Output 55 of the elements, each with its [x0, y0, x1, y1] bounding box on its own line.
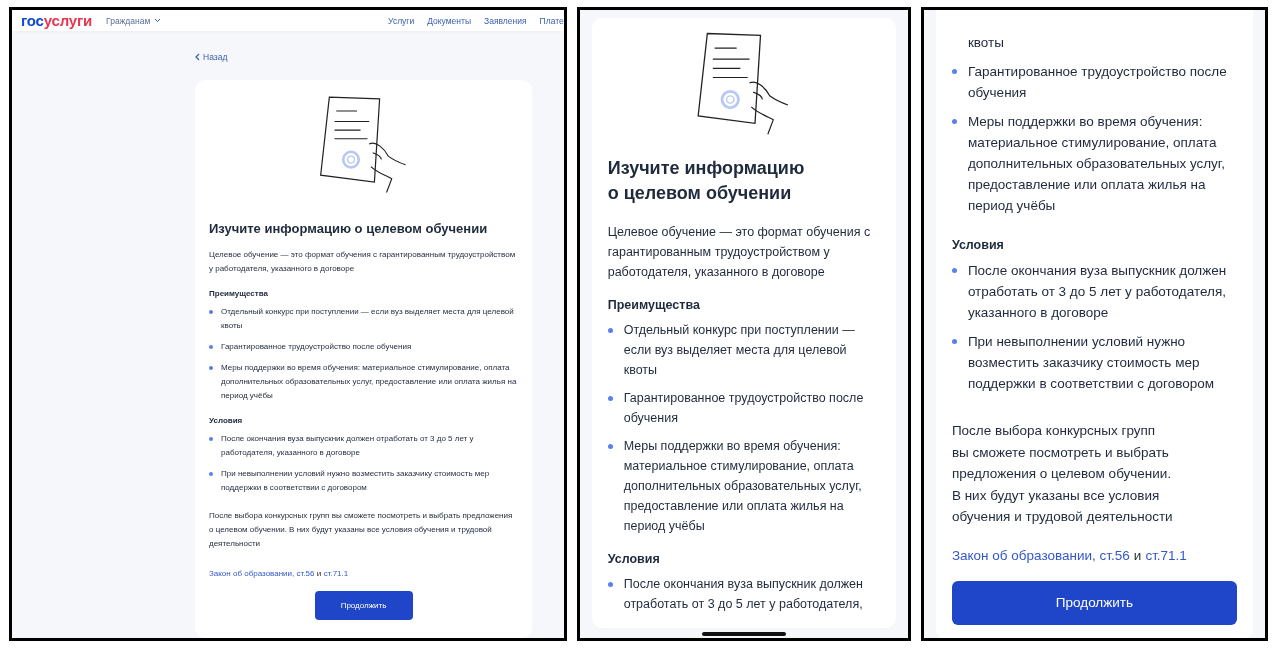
list-item-text: Меры поддержки во время обучения: материальное стимулирование, оплата дополнительных образовательных услуг, предоставление или оплата жилья на период учёбы — [967, 113, 1226, 215]
page-title: Изучите информацию о целевом обучении — [209, 221, 489, 236]
bullet-icon — [209, 437, 213, 441]
list-item-text: Гарантированное трудоустройство после обучения — [967, 63, 1228, 102]
bullet-icon — [209, 472, 213, 476]
section-heading: Условия — [607, 552, 661, 566]
list-item-text: Отдельный конкурс при поступлении — если вуз выделяет места для целевой квоты — [623, 322, 856, 379]
bullet-icon — [607, 444, 613, 449]
conjunction-text: и — [316, 569, 322, 578]
list-item-text: Гарантированное трудоустройство после обучения — [623, 390, 865, 427]
audience-dropdown[interactable]: Гражданам — [106, 15, 162, 26]
intro-text: Целевое обучение — это формат обучения с гарантированным трудоустройством у работодателя, указанного в договоре — [209, 249, 517, 275]
section-heading: Условия — [951, 238, 1005, 252]
bullet-icon — [607, 396, 613, 401]
list-item-text: После окончания вуза выпускник должен отработать от 3 до 5 лет у работодателя, указанного в договоре — [221, 433, 475, 459]
chevron-left-icon — [195, 53, 200, 61]
list-item-text: После окончания вуза выпускник должен отработать от 3 до 5 лет у работодателя, указанного в договоре — [967, 262, 1228, 322]
bullet-icon — [607, 328, 613, 333]
nav-link[interactable]: Услуги — [388, 15, 415, 26]
section-heading: Преимущества — [607, 298, 701, 312]
nav-link[interactable]: Плате — [539, 15, 564, 26]
list-item-text: Меры поддержки во время обучения: материальное стимулирование, оплата дополнительных образовательных услуг, предоставление или оплата жилья на период учёбы — [221, 362, 518, 402]
bullet-icon — [951, 339, 957, 344]
list-item-text: При невыполнении условий нужно возместить заказчику стоимость мер поддержки в соответствии с договором — [967, 333, 1216, 393]
bullet-icon — [951, 69, 957, 74]
conjunction-text: и — [1133, 547, 1142, 563]
bullet-icon — [209, 310, 213, 314]
section-heading: Преимущества — [209, 289, 269, 298]
list-item-text: Гарантированное трудоустройство после обучения — [221, 341, 412, 353]
bullet-icon — [951, 268, 957, 273]
back-link[interactable]: Назад — [195, 52, 228, 62]
bullet-icon — [209, 366, 213, 370]
list-item-text: Отдельный конкурс при поступлении — если вуз выделяет места для целевой квоты — [221, 306, 515, 332]
bullet-icon — [209, 345, 213, 349]
list-item-text: Меры поддержки во время обучения: материальное стимулирование, оплата дополнительных образовательных услуг, предоставление или оплата жилья на период учёбы — [623, 438, 863, 535]
site-logo[interactable]: госуслуги — [21, 12, 93, 29]
info-text: После выбора конкурсных групп вы сможете посмотреть и выбрать предложения о целевом обучении. В них будут указаны все условия обучения и трудовой деятельности — [209, 510, 514, 550]
list-item-text: квоты — [967, 34, 1004, 52]
law-link[interactable]: Закон об образовании, ст.56 — [951, 547, 1130, 563]
law-link[interactable]: ст.71.1 — [1145, 547, 1187, 563]
law-link[interactable]: Закон об образовании, ст.56 — [209, 569, 315, 578]
continue-button[interactable]: Продолжить — [314, 591, 413, 620]
nav-link[interactable]: Документы — [427, 15, 472, 26]
bullet-icon — [951, 119, 957, 124]
section-heading: Условия — [209, 416, 244, 425]
chevron-down-icon — [154, 18, 162, 23]
page-title: Изучите информацию о целевом обучении — [607, 157, 806, 205]
law-link[interactable]: ст.71.1 — [323, 569, 349, 578]
intro-text: Целевое обучение — это формат обучения с гарантированным трудоустройством у работодателя, указанного в договоре — [607, 224, 872, 281]
continue-button[interactable]: Продолжить — [951, 580, 1237, 625]
info-text: После выбора конкурсных групп вы сможете посмотреть и выбрать предложения о целевом обучении. В них будут указаны все условия обучения и трудовой деятельности — [951, 422, 1174, 526]
list-item-text: После окончания вуза выпускник должен отработать от 3 до 5 лет у работодателя, — [623, 576, 864, 613]
bullet-icon — [607, 582, 613, 587]
list-item-text: При невыполнении условий нужно возместить заказчику стоимость мер поддержки в соответствии с договором — [221, 468, 491, 494]
nav-link[interactable]: Заявления — [484, 15, 527, 26]
